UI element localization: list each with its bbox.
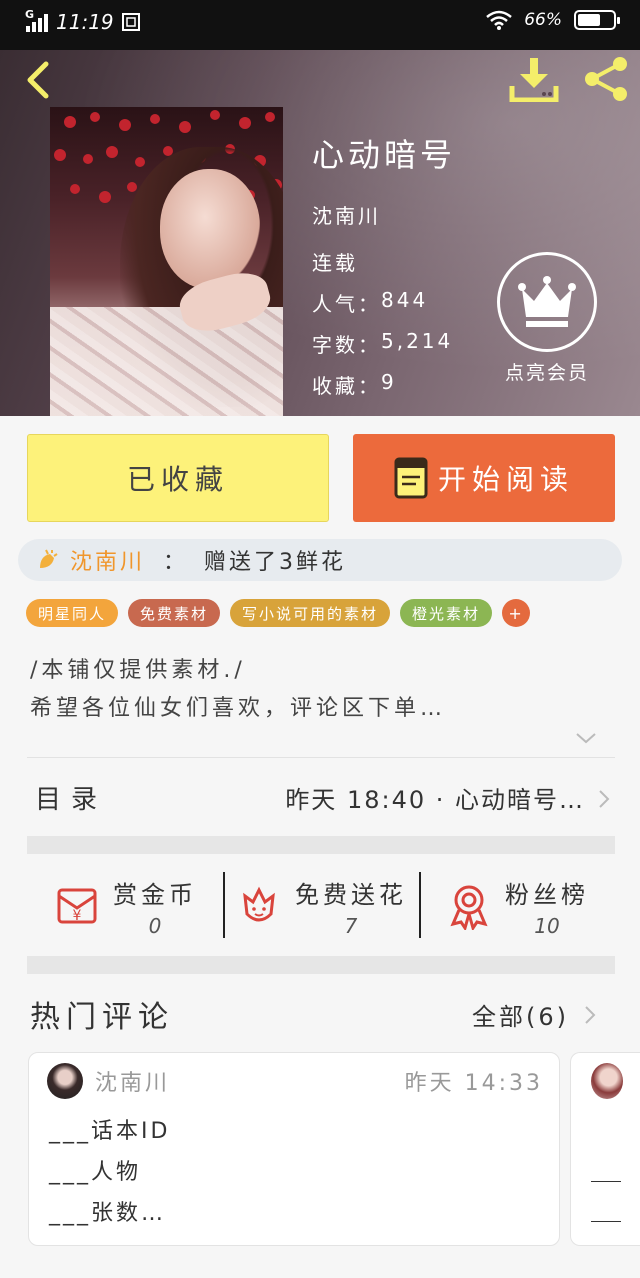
book-header: 心动暗号 沈南川 连载 人气： 844 字数： 5,214 收藏： 9 点亮会员 xyxy=(0,50,640,416)
book-cover[interactable] xyxy=(50,107,283,416)
book-description[interactable]: /本铺仅提供素材./ 希望各位仙女们喜欢，评论区下单… xyxy=(30,652,610,728)
start-reading-button[interactable]: 开始阅读 xyxy=(353,434,615,522)
favorited-button[interactable]: 已收藏 xyxy=(27,434,329,522)
status-bar: G 11:19 66% xyxy=(0,0,640,50)
section-divider xyxy=(27,836,615,854)
signal-icon: G xyxy=(25,8,48,32)
coin-reward-stat[interactable]: ¥ 赏金币 0 xyxy=(27,856,223,956)
book-icon xyxy=(394,457,428,499)
comment-card[interactable]: 沈南川 昨天 14:33 ___话本ID ___人物 ___张数… xyxy=(28,1052,560,1246)
comment-time: 昨天 14:33 xyxy=(404,1071,543,1096)
back-icon[interactable] xyxy=(20,60,60,100)
section-divider xyxy=(27,956,615,974)
vip-button[interactable]: 点亮会员 xyxy=(492,252,602,385)
flower-icon xyxy=(243,886,275,922)
tag[interactable]: 免费素材 xyxy=(128,599,221,627)
word-count-stat: 字数： 5,214 xyxy=(312,329,454,357)
expand-chevron-icon[interactable] xyxy=(574,730,598,746)
popularity-stat: 人气： 844 xyxy=(312,288,429,316)
tag[interactable]: 橙光素材 xyxy=(400,599,493,627)
comment-body: ___话本ID ___人物 ___张数… xyxy=(49,1119,171,1226)
tag-list: 明星同人 免费素材 写小说可用的素材 橙光素材 + xyxy=(26,599,531,627)
all-comments-link[interactable]: 全部(6) xyxy=(472,997,597,1032)
share-icon[interactable] xyxy=(580,54,632,104)
toc-label: 目录 xyxy=(35,784,108,815)
avatar[interactable] xyxy=(591,1063,623,1099)
crown-icon xyxy=(518,276,576,327)
comment-user[interactable]: 沈南川 xyxy=(95,1065,170,1097)
battery-icon xyxy=(574,10,620,30)
notification-icon xyxy=(121,13,140,31)
table-of-contents-row[interactable]: 目录 昨天 18:40 · 心动暗号… xyxy=(27,760,615,834)
chevron-right-icon xyxy=(599,790,610,808)
book-author[interactable]: 沈南川 xyxy=(312,200,456,229)
tag[interactable]: 明星同人 xyxy=(26,599,119,627)
gift-notice: 沈南川 ： 赠送了3鲜花 xyxy=(18,539,622,581)
start-reading-label: 开始阅读 xyxy=(437,463,574,496)
comment-card-peek[interactable] xyxy=(570,1052,640,1246)
gift-user[interactable]: 沈南川 xyxy=(70,544,145,576)
flower-gift-icon xyxy=(40,549,58,568)
favorites-stat: 收藏： 9 xyxy=(312,370,397,398)
battery-percent: 66% xyxy=(524,10,562,30)
hot-comments-title: 热门评论 xyxy=(30,1000,174,1035)
chevron-right-icon xyxy=(585,1005,596,1024)
wifi-icon xyxy=(486,10,513,30)
latest-chapter: 昨天 18:40 · 心动暗号… xyxy=(285,785,585,814)
red-envelope-icon: ¥ xyxy=(57,888,97,924)
vip-label: 点亮会员 xyxy=(504,362,589,384)
more-tags-button[interactable]: + xyxy=(502,599,531,627)
reward-stats: ¥ 赏金币 0 免费送花 7 粉丝榜 10 xyxy=(27,856,615,956)
book-title: 心动暗号 xyxy=(312,136,457,174)
tag[interactable]: 写小说可用的素材 xyxy=(230,599,391,627)
medal-icon xyxy=(450,885,488,930)
free-flower-stat[interactable]: 免费送花 7 xyxy=(223,856,419,956)
download-icon[interactable] xyxy=(508,56,560,102)
svg-text:¥: ¥ xyxy=(73,908,82,924)
book-status: 连载 xyxy=(312,251,358,275)
status-time: 11:19 xyxy=(56,10,114,34)
fan-ranking-stat[interactable]: 粉丝榜 10 xyxy=(419,856,615,956)
avatar[interactable] xyxy=(47,1063,83,1099)
divider xyxy=(27,757,615,758)
gift-message: 赠送了3鲜花 xyxy=(204,550,347,575)
